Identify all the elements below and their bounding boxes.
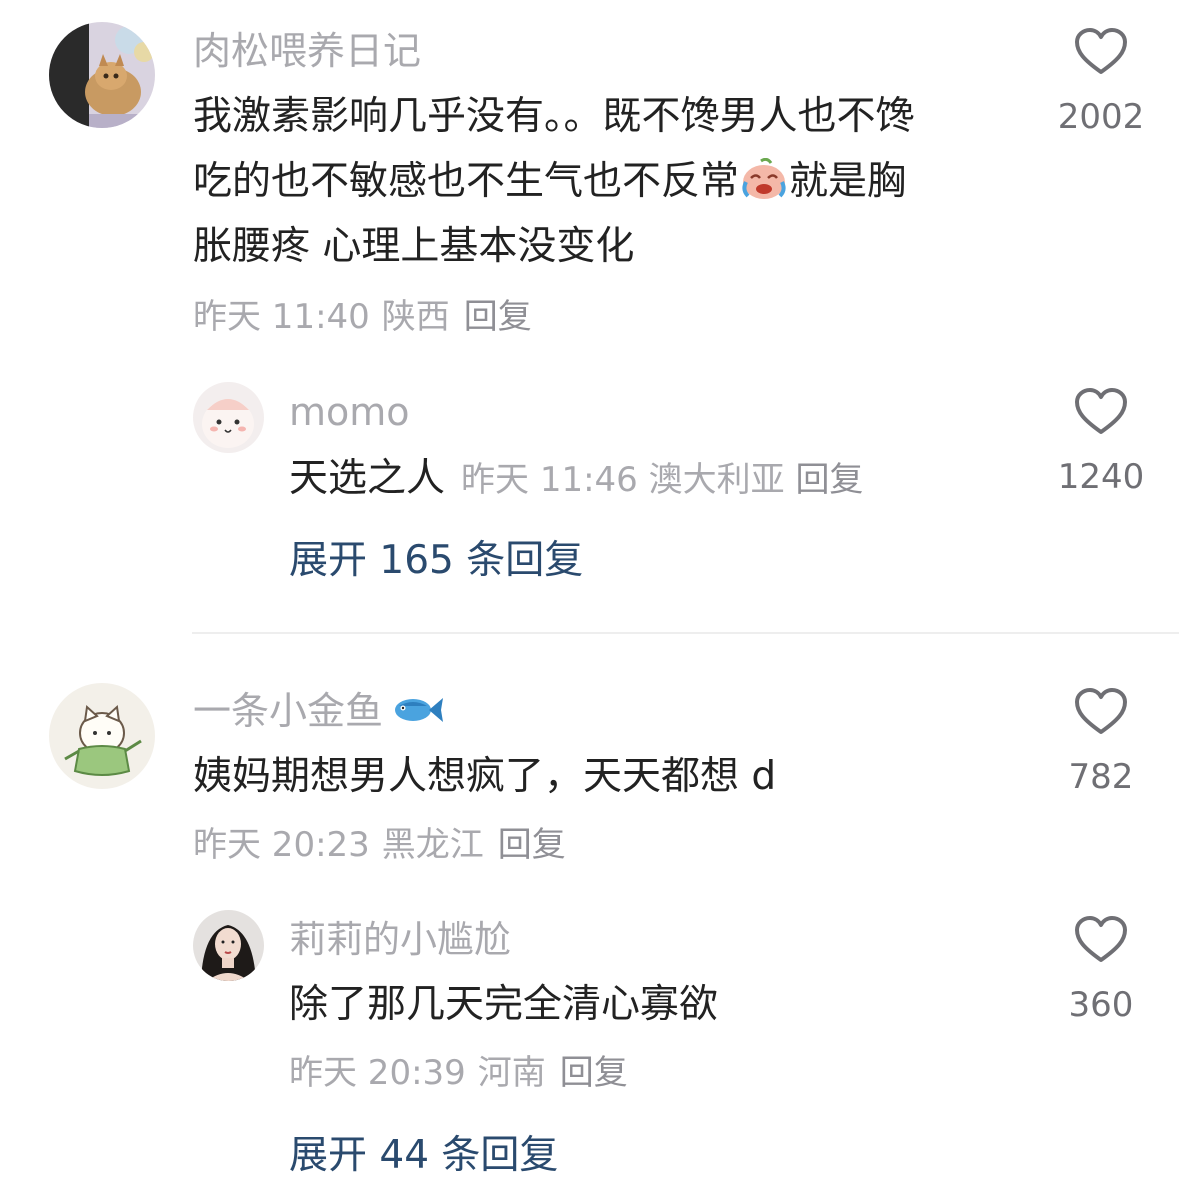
reply-time: 昨天 20:39 — [289, 1053, 466, 1093]
reply-text: 天选之人 — [289, 456, 446, 501]
reply-username[interactable]: 莉莉的小尴尬 — [289, 921, 511, 958]
heart-icon[interactable] — [1074, 916, 1128, 964]
cartoon-cat-avatar — [49, 683, 155, 789]
comment-text-line: 吃的也不敏感也不生气也不反常 就是胸 — [193, 149, 915, 214]
reply-button[interactable]: 回复 — [498, 825, 566, 865]
avatar[interactable] — [49, 22, 155, 128]
comment-username[interactable]: 肉松喂养日记 — [193, 32, 421, 70]
like-count: 1240 — [1057, 457, 1145, 497]
cat-photo-avatar — [49, 22, 155, 128]
fish-icon — [395, 698, 444, 722]
comment-text-span: 就是胸 — [789, 159, 907, 204]
comment-time: 昨天 20:23 — [193, 825, 370, 865]
like-count: 2002 — [1057, 97, 1145, 137]
avatar[interactable] — [193, 910, 264, 981]
comment-text-line: 胀腰疼 心理上基本没变化 — [193, 224, 635, 269]
comment-text-span: 吃的也不敏感也不生气也不反常 — [193, 159, 740, 204]
avatar[interactable] — [193, 382, 264, 453]
reply-button[interactable]: 回复 — [464, 297, 532, 337]
comment-username[interactable]: 一条小金鱼 — [193, 689, 444, 733]
username-text: 一条小金鱼 — [193, 689, 384, 733]
reply-location: 河南 — [477, 1053, 546, 1093]
heart-icon[interactable] — [1074, 28, 1128, 76]
heart-icon[interactable] — [1074, 688, 1128, 736]
comment-meta: 昨天 20:23 黑龙江 回复 — [193, 828, 566, 862]
comment-location: 陕西 — [381, 297, 450, 337]
comment-text: 姨妈期想男人想疯了，天天都想 d — [193, 754, 777, 799]
portrait-avatar — [193, 910, 264, 981]
reply-button[interactable]: 回复 — [795, 460, 863, 500]
reply-meta: 昨天 20:39 河南 回复 — [289, 1056, 628, 1090]
reply-username[interactable]: momo — [289, 393, 410, 431]
comment-time: 昨天 11:40 — [193, 297, 370, 337]
comment-text-line: 我激素影响几乎没有。。既不馋男人也不馋 — [193, 94, 915, 139]
cartoon-blob-avatar — [193, 382, 264, 453]
comment-location: 黑龙江 — [381, 825, 484, 865]
reply-time: 昨天 11:46 — [461, 460, 638, 500]
comment-text: 我激素影响几乎没有。。既不馋男人也不馋 吃的也不敏感也不生气也不反常 就是胸 胀… — [193, 84, 915, 279]
like-count: 782 — [1068, 757, 1134, 797]
avatar[interactable] — [49, 683, 155, 789]
crying-laughing-emoji — [742, 158, 786, 199]
comment-meta: 昨天 11:40 陕西 回复 — [193, 300, 532, 334]
expand-replies-button[interactable]: 展开 165 条回复 — [289, 541, 583, 580]
reply-button[interactable]: 回复 — [560, 1053, 628, 1093]
reply-text: 除了那几天完全清心寡欲 — [289, 982, 719, 1027]
reply-text-line: 天选之人 昨天 11:46 澳大利亚 回复 — [289, 446, 863, 513]
heart-icon[interactable] — [1074, 388, 1128, 436]
reply-meta: 昨天 11:46 澳大利亚 回复 — [461, 460, 863, 500]
expand-replies-button[interactable]: 展开 44 条回复 — [289, 1136, 558, 1175]
divider — [192, 632, 1179, 634]
reply-location: 澳大利亚 — [648, 460, 785, 500]
like-count: 360 — [1068, 985, 1134, 1025]
